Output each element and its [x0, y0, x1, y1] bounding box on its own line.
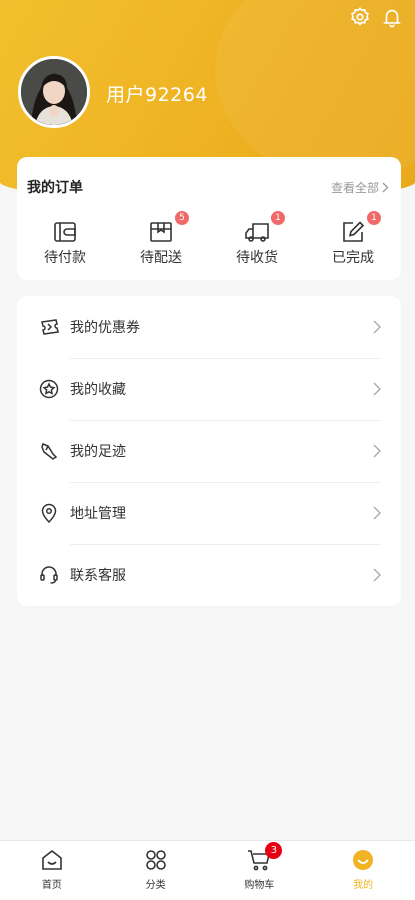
category-icon [143, 848, 169, 872]
coupon-icon [39, 317, 59, 337]
menu-item-address[interactable]: 地址管理 [17, 482, 401, 544]
orders-card: 我的订单 查看全部 待付款 5 待配送 1 待收货 1 已完成 [17, 157, 401, 280]
chevron-right-icon [382, 182, 389, 192]
view-all-label: 查看全部 [330, 180, 379, 195]
chevron-right-icon [373, 568, 387, 582]
order-completed[interactable]: 1 已完成 [305, 211, 401, 267]
top-actions [349, 6, 403, 28]
order-badge: 1 [271, 211, 285, 225]
order-label: 待付款 [44, 250, 86, 266]
cart-badge: 3 [265, 842, 283, 859]
star-icon [39, 379, 59, 399]
bell-icon[interactable] [381, 6, 403, 28]
order-badge: 5 [175, 211, 189, 225]
location-icon [39, 503, 59, 523]
order-label: 已完成 [332, 250, 374, 266]
wallet-icon [51, 219, 79, 245]
order-badge: 1 [367, 211, 381, 225]
order-label: 待收货 [236, 250, 278, 266]
menu-item-label: 地址管理 [70, 506, 126, 522]
headset-icon [39, 565, 59, 585]
bottom-tab-bar: 首页 分类 3 购物车 我的 [0, 840, 415, 900]
chevron-right-icon [373, 506, 387, 520]
chevron-right-icon [373, 444, 387, 458]
menu-item-footprints[interactable]: 我的足迹 [17, 420, 401, 482]
menu-item-label: 我的优惠券 [70, 320, 140, 336]
menu-item-label: 我的足迹 [70, 444, 126, 460]
tab-label: 首页 [41, 880, 62, 891]
edit-icon: 1 [339, 211, 381, 245]
tab-mine[interactable]: 我的 [311, 841, 415, 900]
view-all-orders-link[interactable]: 查看全部 [331, 179, 389, 196]
order-pending-receipt[interactable]: 1 待收货 [209, 211, 305, 267]
footprint-icon [39, 441, 59, 461]
cart-icon: 3 [246, 842, 283, 872]
chevron-right-icon [373, 382, 387, 396]
menu-item-label: 我的收藏 [70, 382, 126, 398]
tab-label: 我的 [353, 880, 374, 891]
tab-label: 分类 [145, 880, 166, 891]
chevron-right-icon [373, 320, 387, 334]
order-pending-delivery[interactable]: 5 待配送 [113, 211, 209, 267]
package-icon: 5 [147, 211, 189, 245]
menu-item-label: 联系客服 [70, 568, 126, 584]
tab-home[interactable]: 首页 [0, 841, 104, 900]
home-icon [39, 848, 65, 872]
order-pending-payment[interactable]: 待付款 [17, 219, 113, 267]
menu-card: 我的优惠券 我的收藏 我的足迹 地址管理 联系客服 [17, 296, 401, 606]
order-label: 待配送 [140, 250, 182, 266]
menu-item-customer-service[interactable]: 联系客服 [17, 544, 401, 606]
menu-item-coupons[interactable]: 我的优惠券 [17, 296, 401, 358]
settings-icon[interactable] [349, 6, 371, 28]
truck-icon: 1 [243, 211, 285, 245]
tab-category[interactable]: 分类 [104, 841, 208, 900]
username[interactable]: 用户92264 [106, 80, 208, 107]
avatar[interactable] [18, 56, 90, 128]
tab-cart[interactable]: 3 购物车 [208, 841, 312, 900]
smile-icon [350, 848, 376, 872]
tab-label: 购物车 [244, 880, 275, 891]
menu-item-favorites[interactable]: 我的收藏 [17, 358, 401, 420]
orders-title: 我的订单 [27, 180, 83, 196]
